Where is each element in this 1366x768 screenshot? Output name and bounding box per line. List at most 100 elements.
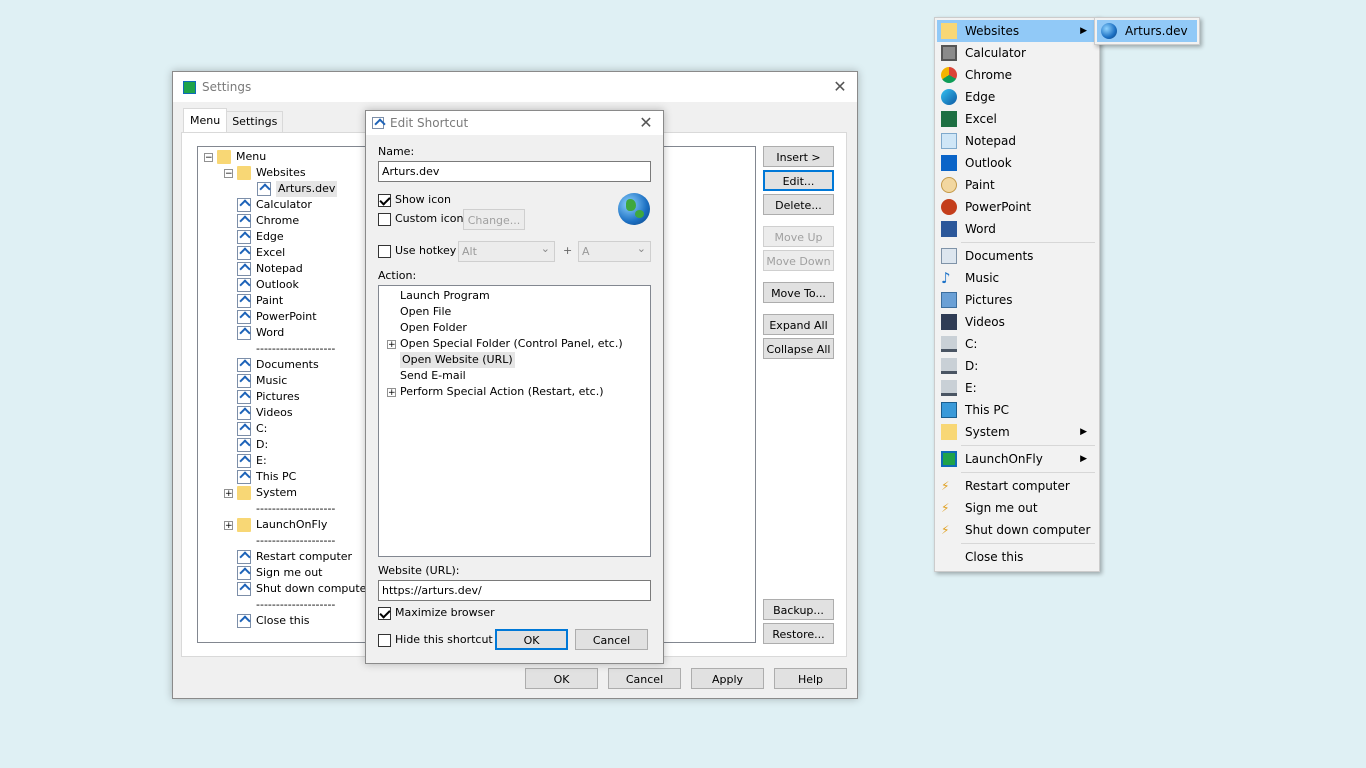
menu-item[interactable]: Close this	[937, 546, 1095, 568]
move-down-button[interactable]: Move Down	[763, 250, 834, 271]
action-item[interactable]: Open File	[387, 304, 451, 320]
tree-item[interactable]: PowerPoint	[224, 309, 317, 325]
collapse-icon[interactable]: −	[224, 168, 233, 178]
hide-shortcut-row[interactable]: Hide this shortcut	[378, 633, 493, 647]
settings-apply-button[interactable]: Apply	[691, 668, 764, 689]
expand-icon[interactable]: +	[224, 488, 233, 498]
menu-item[interactable]: ⚡ Restart computer	[937, 475, 1095, 497]
menu-item[interactable]: Word	[937, 218, 1095, 240]
tree-item[interactable]: Restart computer	[224, 549, 352, 565]
tree-item[interactable]: Outlook	[224, 277, 299, 293]
settings-help-button[interactable]: Help	[774, 668, 847, 689]
menu-item[interactable]: ♪ Music	[937, 267, 1095, 289]
menu-item[interactable]: Edge	[937, 86, 1095, 108]
menu-item[interactable]: Calculator	[937, 42, 1095, 64]
tree-item[interactable]: Edge	[224, 229, 284, 245]
delete-button[interactable]: Delete...	[763, 194, 834, 215]
edit-button[interactable]: Edit...	[763, 170, 834, 191]
tree-item[interactable]: Videos	[224, 405, 293, 421]
maximize-browser-checkbox[interactable]	[378, 606, 391, 620]
website-input[interactable]: https://arturs.dev/	[378, 580, 651, 601]
tree-item[interactable]: Arturs.dev	[244, 181, 338, 197]
menu-item[interactable]: Documents	[937, 245, 1095, 267]
tree-item[interactable]: C:	[224, 421, 267, 437]
menu-item[interactable]: Chrome	[937, 64, 1095, 86]
collapse-all-button[interactable]: Collapse All	[763, 338, 834, 359]
move-to-button[interactable]: Move To...	[763, 282, 834, 303]
restore-button[interactable]: Restore...	[763, 623, 834, 644]
menu-item[interactable]: E:	[937, 377, 1095, 399]
menu-item[interactable]: Paint	[937, 174, 1095, 196]
tree-item[interactable]: Documents	[224, 357, 319, 373]
tree-item[interactable]: Shut down computer	[224, 581, 371, 597]
change-icon-button[interactable]: Change...	[463, 209, 525, 230]
hide-shortcut-checkbox[interactable]	[378, 633, 391, 647]
tab-menu[interactable]: Menu	[183, 108, 228, 132]
menu-item[interactable]: Excel	[937, 108, 1095, 130]
action-item[interactable]: + Open Special Folder (Control Panel, etc…	[387, 336, 623, 352]
edit-cancel-button[interactable]: Cancel	[575, 629, 648, 650]
tree-item[interactable]: Music	[224, 373, 287, 389]
menu-item[interactable]: ⚡ Shut down computer	[937, 519, 1095, 541]
tree-item[interactable]: Excel	[224, 245, 285, 261]
action-item[interactable]: + Perform Special Action (Restart, etc.)	[387, 384, 604, 400]
settings-ok-button[interactable]: OK	[525, 668, 598, 689]
tree-item[interactable]: Close this	[224, 613, 310, 629]
insert-button[interactable]: Insert >	[763, 146, 834, 167]
tree-item[interactable]: − Menu	[204, 149, 266, 165]
tree-item[interactable]: + System	[224, 485, 297, 501]
tree-item[interactable]: Calculator	[224, 197, 312, 213]
tree-item[interactable]: Paint	[224, 293, 283, 309]
use-hotkey-checkbox[interactable]	[378, 244, 391, 258]
use-hotkey-row[interactable]: Use hotkey	[378, 244, 456, 258]
menu-item[interactable]: LaunchOnFly ▶	[937, 448, 1095, 470]
menu-item[interactable]: Websites ▶	[937, 20, 1095, 42]
menu-item[interactable]: Pictures	[937, 289, 1095, 311]
menu-item[interactable]: PowerPoint	[937, 196, 1095, 218]
tree-item[interactable]: This PC	[224, 469, 296, 485]
action-item[interactable]: Open Website (URL)	[387, 352, 515, 368]
custom-icon-checkbox[interactable]	[378, 212, 391, 226]
tree-item[interactable]: Pictures	[224, 389, 300, 405]
name-input[interactable]: Arturs.dev	[378, 161, 651, 182]
tab-settings[interactable]: Settings	[226, 111, 284, 132]
submenu-item-arturs-dev[interactable]: Arturs.dev	[1097, 20, 1197, 42]
hotkey-key-select[interactable]: A	[578, 239, 651, 262]
expand-all-button[interactable]: Expand All	[763, 314, 834, 335]
menu-item[interactable]: Videos	[937, 311, 1095, 333]
action-item[interactable]: Launch Program	[387, 288, 490, 304]
tree-item[interactable]: Sign me out	[224, 565, 322, 581]
tree-item[interactable]: --------------------	[224, 501, 335, 517]
expand-icon[interactable]: +	[387, 339, 396, 349]
menu-item[interactable]: Notepad	[937, 130, 1095, 152]
menu-item[interactable]: ⚡ Sign me out	[937, 497, 1095, 519]
tree-item[interactable]: Word	[224, 325, 284, 341]
tree-item[interactable]: + LaunchOnFly	[224, 517, 327, 533]
tree-item[interactable]: --------------------	[224, 597, 335, 613]
edit-shortcut-close-button[interactable]: ✕	[635, 112, 657, 134]
action-tree[interactable]: Launch Program Open File Open Folder + Open …	[378, 285, 651, 557]
custom-icon-row[interactable]: Custom icon	[378, 212, 463, 226]
tree-item[interactable]: --------------------	[224, 341, 335, 357]
hotkey-modifier-select[interactable]: Alt	[458, 239, 555, 262]
settings-close-button[interactable]: ✕	[829, 76, 851, 98]
collapse-icon[interactable]: −	[204, 152, 213, 162]
backup-button[interactable]: Backup...	[763, 599, 834, 620]
menu-item[interactable]: D:	[937, 355, 1095, 377]
edit-ok-button[interactable]: OK	[495, 629, 568, 650]
tree-item[interactable]: E:	[224, 453, 267, 469]
menu-item[interactable]: This PC	[937, 399, 1095, 421]
expand-icon[interactable]: +	[224, 520, 233, 530]
tree-item[interactable]: D:	[224, 437, 268, 453]
maximize-browser-row[interactable]: Maximize browser	[378, 606, 495, 620]
action-item[interactable]: Send E-mail	[387, 368, 466, 384]
tree-item[interactable]: Chrome	[224, 213, 299, 229]
tree-item[interactable]: − Websites	[224, 165, 306, 181]
show-icon-row[interactable]: Show icon	[378, 193, 451, 207]
tree-item[interactable]: --------------------	[224, 533, 335, 549]
action-item[interactable]: Open Folder	[387, 320, 467, 336]
menu-item[interactable]: Outlook	[937, 152, 1095, 174]
show-icon-checkbox[interactable]	[378, 193, 391, 207]
settings-cancel-button[interactable]: Cancel	[608, 668, 681, 689]
menu-item[interactable]: C:	[937, 333, 1095, 355]
